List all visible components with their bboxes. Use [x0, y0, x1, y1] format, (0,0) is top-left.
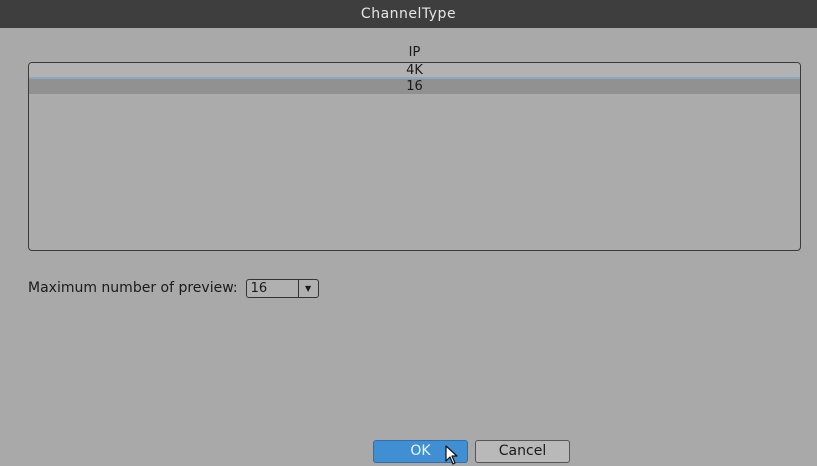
window-title: ChannelType — [0, 0, 817, 28]
max-preview-row: Maximum number of preview: 16 ▼ — [28, 278, 319, 298]
list-item-16[interactable]: 16 — [29, 79, 800, 94]
list-item-label: 4K — [406, 63, 423, 78]
max-preview-label: Maximum number of preview: — [28, 280, 238, 296]
channel-type-list[interactable]: 4K 16 — [28, 62, 801, 251]
max-preview-select[interactable]: 16 ▼ — [245, 278, 319, 298]
list-item-4k[interactable]: 4K — [29, 63, 800, 79]
cancel-button[interactable]: Cancel — [475, 440, 570, 463]
max-preview-value: 16 — [250, 280, 268, 296]
list-column-header: IP — [408, 45, 421, 60]
list-item-label: 16 — [406, 79, 423, 94]
mouse-pointer-icon — [445, 445, 458, 465]
dropdown-arrow-icon[interactable]: ▼ — [297, 279, 318, 297]
